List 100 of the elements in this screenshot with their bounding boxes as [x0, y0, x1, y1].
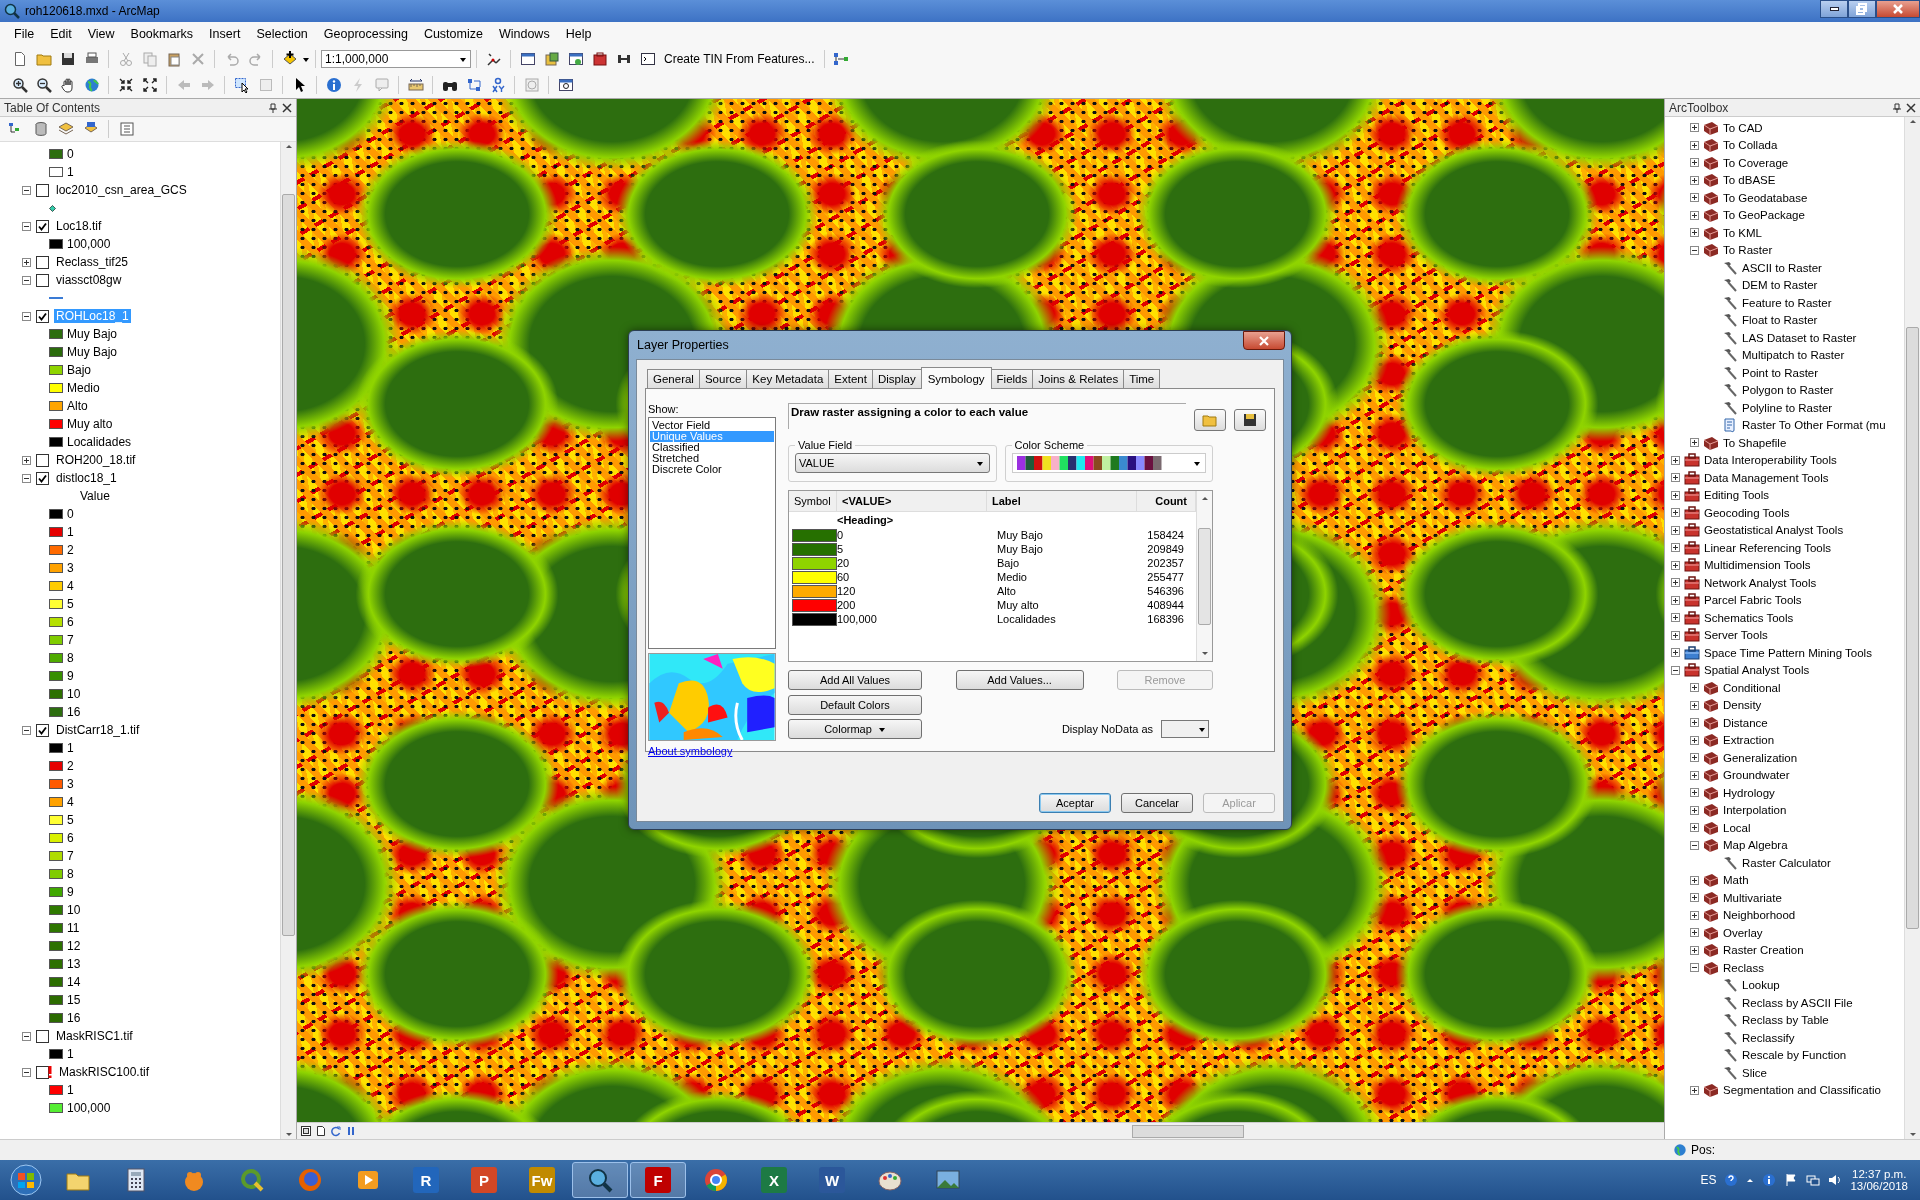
tree-item[interactable]: Point to Raster — [1742, 366, 1819, 379]
action-button[interactable]: Add Values... — [955, 670, 1084, 690]
tree-item[interactable]: Density — [1723, 699, 1762, 712]
expand-toggle[interactable] — [1671, 613, 1680, 623]
tree-item[interactable]: Distance — [1723, 716, 1768, 729]
tree-item[interactable]: Map Algebra — [1723, 839, 1788, 852]
layer-name[interactable]: MaskRISC100.tif — [57, 1065, 152, 1079]
expand-toggle[interactable] — [22, 311, 31, 321]
expand-toggle[interactable] — [1671, 525, 1680, 535]
renderer-list[interactable]: Vector Field Unique Values Classified Stretched Discrete Color — [648, 417, 776, 649]
clock-time[interactable]: 12:37 p.m. — [1852, 1168, 1907, 1180]
tree-item[interactable]: Geostatistical Analyst Tools — [1704, 524, 1844, 537]
dialog-button[interactable]: Aceptar — [1039, 793, 1111, 813]
network-icon[interactable] — [1806, 1173, 1821, 1187]
color-swatch[interactable] — [792, 598, 837, 612]
taskbar-button[interactable]: X — [746, 1162, 802, 1198]
column-header[interactable]: Symbol — [789, 491, 837, 511]
tree-item[interactable]: Multidimension Tools — [1704, 559, 1811, 572]
menu-item[interactable]: Geoprocessing — [315, 25, 416, 43]
tree-item[interactable]: Reclass — [1723, 961, 1764, 974]
scrollbar-thumb[interactable] — [1132, 1124, 1244, 1138]
expand-toggle[interactable] — [1671, 578, 1680, 588]
tree-item[interactable]: Reclass by Table — [1742, 1014, 1829, 1027]
tree-item[interactable]: Rescale by Function — [1742, 1049, 1847, 1062]
tree-item[interactable]: Overlay — [1723, 926, 1763, 939]
expand-toggle[interactable] — [22, 1067, 31, 1077]
help-icon[interactable] — [1724, 1173, 1739, 1187]
tree-item[interactable]: Raster Calculator — [1742, 856, 1831, 869]
arrows-outward-icon[interactable] — [141, 77, 158, 93]
layer-checkbox[interactable] — [36, 219, 49, 233]
command-window-icon[interactable] — [639, 51, 656, 67]
tree-item[interactable]: Lookup — [1742, 979, 1780, 992]
value-field-dropdown[interactable]: VALUE — [795, 453, 990, 473]
tree-item[interactable]: Float to Raster — [1742, 314, 1818, 327]
taskbar-button[interactable]: R — [398, 1162, 454, 1198]
expand-toggle[interactable] — [1690, 770, 1699, 780]
scrollbar-thumb[interactable] — [282, 194, 295, 936]
menu-item[interactable]: Customize — [415, 25, 491, 43]
expand-toggle[interactable] — [1671, 455, 1680, 465]
layer-checkbox[interactable] — [36, 723, 49, 737]
tree-item[interactable]: DEM to Raster — [1742, 279, 1818, 292]
tree-item[interactable]: Raster To Other Format (mu — [1742, 419, 1886, 432]
default-colors-button[interactable]: Default Colors — [788, 695, 922, 715]
color-scheme-dropdown[interactable] — [1011, 453, 1206, 473]
ruler-icon[interactable] — [407, 77, 424, 93]
restore-button[interactable] — [1848, 0, 1876, 18]
start-orb-icon[interactable] — [9, 1163, 43, 1197]
list-item[interactable]: Classified — [650, 442, 774, 453]
catalog-window-icon[interactable] — [543, 51, 560, 67]
tab[interactable]: Time — [1123, 369, 1161, 388]
arrows-inward-icon[interactable] — [117, 77, 134, 93]
pan-hand-icon[interactable] — [59, 77, 76, 93]
save-button[interactable] — [1234, 409, 1266, 431]
menu-item[interactable]: Insert — [201, 25, 249, 43]
tree-item[interactable]: Schematics Tools — [1704, 611, 1794, 624]
tab[interactable]: General — [647, 369, 700, 388]
taskbar-button[interactable]: W — [804, 1162, 860, 1198]
expand-toggle[interactable] — [22, 221, 31, 231]
expand-toggle[interactable] — [1671, 543, 1680, 553]
expand-toggle[interactable] — [1690, 945, 1699, 955]
expand-toggle[interactable] — [1671, 648, 1680, 658]
refresh-icon[interactable] — [330, 1125, 342, 1137]
scrollbar-thumb[interactable] — [1906, 327, 1919, 929]
tree-item[interactable]: Slice — [1742, 1066, 1767, 1079]
pin-icon[interactable] — [1892, 102, 1902, 113]
color-swatch[interactable] — [792, 542, 837, 556]
menu-item[interactable]: File — [6, 25, 43, 43]
expand-toggle[interactable] — [1690, 175, 1699, 185]
tree-item[interactable]: Math — [1723, 874, 1749, 887]
color-swatch[interactable] — [792, 570, 837, 584]
expand-toggle[interactable] — [22, 257, 31, 267]
menu-item[interactable]: View — [79, 25, 123, 43]
layout-view-icon[interactable] — [300, 1125, 312, 1137]
color-swatch[interactable] — [792, 584, 837, 598]
tree-item[interactable]: Multipatch to Raster — [1742, 349, 1845, 362]
globe-icon[interactable] — [83, 77, 100, 93]
heading-row[interactable]: <Heading> — [837, 514, 894, 526]
expand-toggle[interactable] — [1671, 473, 1680, 483]
tree-item[interactable]: Neighborhood — [1723, 909, 1796, 922]
zoom-in-icon[interactable] — [11, 77, 28, 93]
taskbar-button[interactable]: F — [630, 1162, 686, 1198]
flag-icon[interactable] — [1784, 1173, 1799, 1187]
close-icon[interactable] — [282, 102, 292, 113]
tree-item[interactable]: Space Time Pattern Mining Tools — [1704, 646, 1872, 659]
tree-item[interactable]: Reclass by ASCII File — [1742, 996, 1853, 1009]
colormap-button[interactable]: Colormap — [788, 719, 922, 739]
coordinates-icon[interactable] — [489, 77, 506, 93]
up-caret-icon[interactable] — [1746, 1176, 1755, 1184]
expand-toggle[interactable] — [1690, 718, 1699, 728]
tree-item[interactable]: To Shapefile — [1723, 436, 1787, 449]
tree-item[interactable]: To Collada — [1723, 139, 1778, 152]
tree-item[interactable]: ASCII to Raster — [1742, 261, 1822, 274]
tree-item[interactable]: Polygon to Raster — [1742, 384, 1834, 397]
expand-toggle[interactable] — [1690, 910, 1699, 920]
expand-toggle[interactable] — [22, 185, 31, 195]
layers-icon[interactable] — [57, 121, 74, 137]
expand-toggle[interactable] — [1690, 193, 1699, 203]
tab[interactable]: Joins & Relates — [1032, 369, 1125, 388]
tree-item[interactable]: Local — [1723, 821, 1751, 834]
tab[interactable]: Source — [698, 369, 748, 388]
